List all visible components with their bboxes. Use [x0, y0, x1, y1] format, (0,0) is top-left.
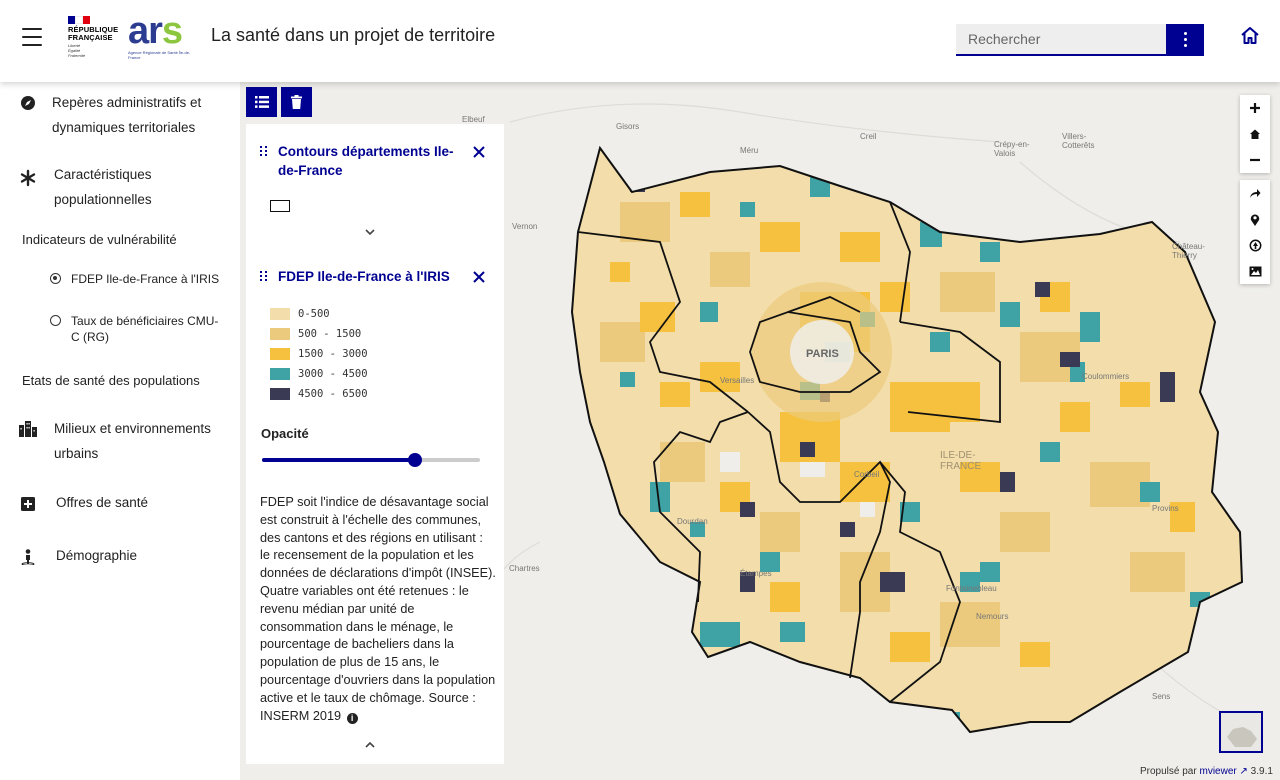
search-box: [956, 24, 1204, 56]
place-label: Méru: [740, 146, 759, 155]
layer-description: FDEP soit l'indice de désavantage social…: [260, 495, 496, 724]
home-extent-icon[interactable]: [1240, 121, 1270, 147]
mviewer-link[interactable]: mviewer: [1199, 766, 1236, 777]
radio-button-unchecked[interactable]: [50, 315, 61, 326]
zoom-controls: [1240, 95, 1270, 173]
place-label: Gisors: [616, 122, 640, 131]
layer-header-fdep: FDEP Ile-de-France à l'IRIS: [260, 267, 500, 287]
republique-francaise-logo: RÉPUBLIQUE FRANÇAISE Liberté Égalité Frater…: [68, 16, 124, 64]
share-icon[interactable]: [1240, 180, 1270, 206]
place-label: Chartres: [509, 564, 540, 573]
geolocate-icon[interactable]: [1240, 232, 1270, 258]
place-label: Dourdan: [677, 517, 708, 526]
legend-item: 4500 - 6500: [270, 387, 368, 401]
place-label: Elbeuf: [462, 115, 485, 124]
legend-item: 500 - 1500: [270, 327, 361, 341]
legend-item: 0-500: [270, 307, 330, 321]
opacity-label: Opacité: [261, 426, 309, 441]
place-label: Provins: [1152, 504, 1179, 513]
place-label: Nemours: [976, 612, 1009, 621]
sidebar-item-offres[interactable]: Offres de santé: [0, 490, 240, 516]
place-label: Coulommiers: [1082, 372, 1130, 381]
place-label: Étampes: [740, 569, 772, 578]
location-pin-icon[interactable]: [1240, 206, 1270, 232]
drag-handle-icon[interactable]: [260, 146, 268, 156]
place-label: Vernon: [512, 222, 538, 231]
place-label: Corbeil: [854, 470, 880, 479]
layer-header-contours: Contours départements Ile-de-France: [260, 142, 500, 182]
person-icon: [18, 547, 38, 567]
zoom-in-icon[interactable]: [1240, 95, 1270, 121]
compass-icon: [18, 93, 38, 113]
place-label: ILE-DE-FRANCE: [940, 450, 982, 472]
menu-icon[interactable]: [22, 28, 42, 46]
ars-logo: ars Agence Régionale de Santé Île-de-Fra…: [128, 10, 191, 60]
place-label: Sens: [1152, 692, 1171, 701]
external-link-icon: ↗: [1239, 766, 1248, 777]
sidebar-item-milieux[interactable]: Milieux et environnements urbains: [0, 416, 240, 470]
map-attribution: Propulsé par mviewer ↗ 3.9.1: [1140, 766, 1273, 777]
thematic-sidebar: Repères administratifs et dynamiques ter…: [0, 82, 240, 780]
opacity-slider-thumb[interactable]: [407, 453, 422, 467]
subheading-etats-sante: Etats de santé des populations: [22, 373, 200, 388]
zoom-out-icon[interactable]: [1240, 147, 1270, 173]
opacity-slider-fill: [262, 458, 415, 462]
contour-legend-swatch: [270, 200, 290, 212]
image-export-icon[interactable]: [1240, 258, 1270, 284]
subheading-vulnerabilite: Indicateurs de vulnérabilité: [22, 232, 177, 247]
asterisk-icon: [18, 168, 38, 188]
drag-handle-icon[interactable]: [260, 271, 268, 281]
chevron-up-icon[interactable]: [364, 738, 376, 750]
place-label: Crépy-en-Valois: [994, 140, 1030, 158]
layer-legend-panel: Contours départements Ile-de-France FDEP…: [246, 124, 504, 764]
sidebar-item-reperes[interactable]: Repères administratifs et dynamiques ter…: [0, 90, 240, 144]
buildings-icon: [18, 419, 38, 439]
legend-item: 1500 - 3000: [270, 347, 368, 361]
place-label: Creil: [860, 132, 877, 141]
home-icon[interactable]: [1238, 24, 1262, 48]
search-input[interactable]: [956, 24, 1166, 54]
close-icon[interactable]: [472, 145, 486, 159]
radio-button-checked[interactable]: [50, 273, 61, 284]
sidebar-item-caracteristiques[interactable]: Caractéristiques populationnelles: [0, 162, 240, 216]
place-label: Versailles: [720, 376, 755, 385]
page-title: La santé dans un projet de territoire: [211, 25, 496, 45]
trash-icon[interactable]: [281, 87, 312, 117]
legend-item: 3000 - 4500: [270, 367, 368, 381]
radio-cmu-c[interactable]: Taux de bénéficiaires CMU-C (RG): [50, 313, 230, 347]
chevron-down-icon[interactable]: [364, 225, 376, 237]
map-tools: [1240, 180, 1270, 284]
overview-minimap[interactable]: [1219, 711, 1263, 753]
plus-square-icon: [18, 494, 38, 514]
place-label: Fontainebleau: [946, 584, 997, 593]
sidebar-item-demographie[interactable]: Démographie: [0, 543, 240, 569]
radio-fdep-iris[interactable]: FDEP Ile-de-France à l'IRIS: [50, 271, 230, 289]
opacity-slider[interactable]: [262, 453, 480, 467]
list-icon[interactable]: [246, 87, 277, 117]
search-options-button[interactable]: [1166, 24, 1204, 54]
place-label-paris: PARIS: [806, 348, 839, 360]
layer-toolbar: [246, 87, 312, 117]
app-header: RÉPUBLIQUE FRANÇAISE Liberté Égalité Frater…: [0, 0, 1280, 82]
place-label: Château-Thierry: [1172, 242, 1205, 260]
info-icon[interactable]: i: [346, 712, 358, 724]
close-icon[interactable]: [472, 270, 486, 284]
place-label: Villers-Cotterêts: [1062, 132, 1095, 150]
